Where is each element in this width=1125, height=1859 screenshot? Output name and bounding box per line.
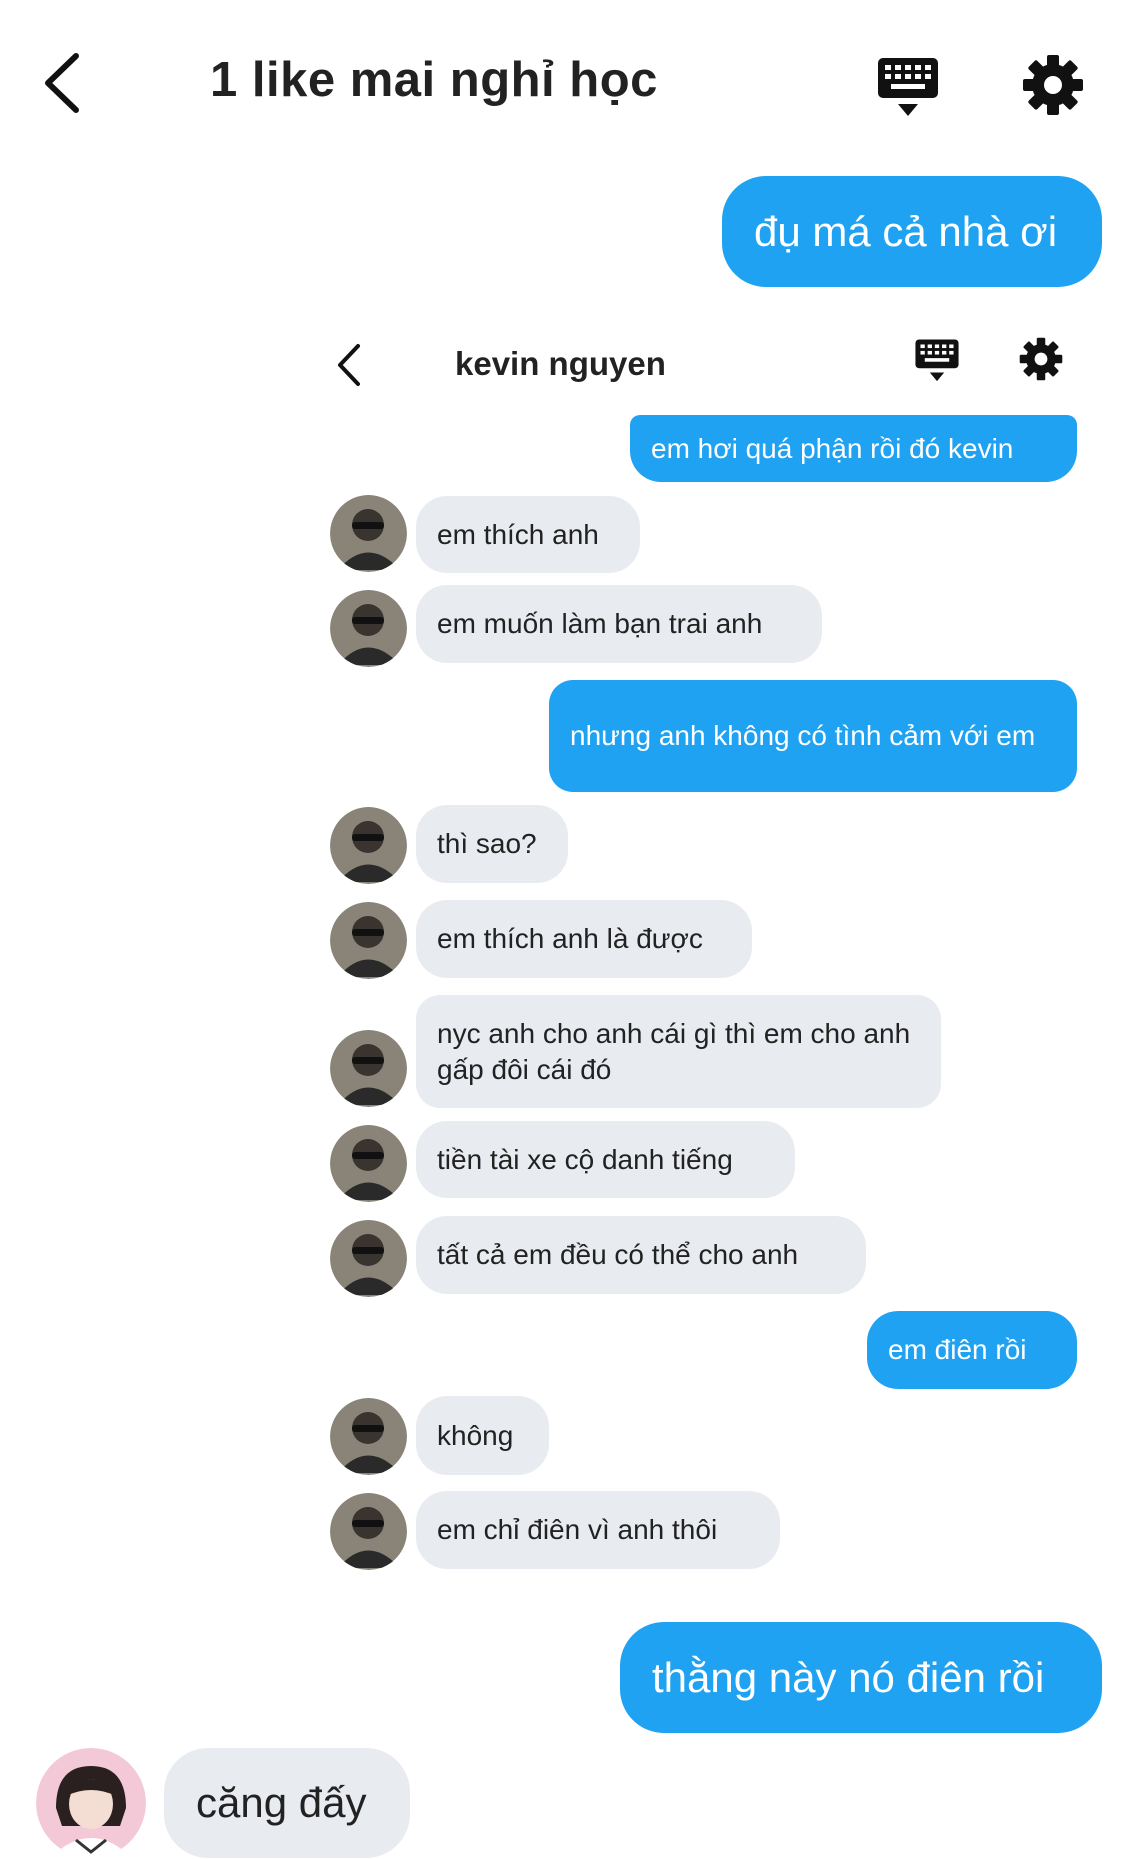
message-bubble-incoming: tiền tài xe cộ danh tiếng — [416, 1121, 795, 1198]
message-text: đụ má cả nhà ơi — [754, 207, 1058, 255]
back-button — [334, 340, 364, 390]
message-text: em chỉ điên vì anh thôi — [437, 1514, 718, 1545]
keyboard-button — [914, 337, 960, 385]
message-bubble-incoming: nyc anh cho anh cái gì thì em cho anh gấ… — [416, 995, 941, 1108]
message-text: căng đấy — [196, 1779, 367, 1826]
message-text: em thích anh — [437, 518, 599, 550]
message-bubble-incoming: em muốn làm bạn trai anh — [416, 585, 822, 663]
avatar — [330, 1030, 407, 1107]
avatar — [330, 590, 407, 667]
settings-button[interactable] — [1022, 54, 1084, 116]
message-bubble-incoming: em thích anh là được — [416, 900, 752, 978]
message-text: nhưng anh không có tình cảm với em — [570, 720, 1036, 751]
message-bubble-incoming: thì sao? — [416, 805, 568, 883]
message-bubble-outgoing: em hơi quá phận rồi đó kevin — [630, 415, 1077, 482]
avatar — [330, 1493, 407, 1570]
embedded-chat-title: kevin nguyen — [455, 345, 666, 382]
avatar — [330, 807, 407, 884]
avatar — [330, 1125, 407, 1202]
message-bubble-outgoing: nhưng anh không có tình cảm với em — [549, 680, 1077, 792]
message-text: tất cả em đều có thể cho anh — [437, 1239, 799, 1270]
avatar — [330, 902, 407, 979]
embedded-chat-screenshot: kevin nguyen em hơi quá phận rồi đó kevi… — [320, 315, 1080, 1605]
message-text: không — [437, 1419, 514, 1451]
message-text: nyc anh cho anh cái gì thì em cho anh gấ… — [437, 1017, 911, 1085]
message-text: em điên rồi — [888, 1334, 1027, 1365]
message-bubble-outgoing[interactable]: thằng này nó điên rồi — [620, 1622, 1102, 1733]
settings-button — [1019, 337, 1063, 381]
keyboard-icon — [878, 58, 938, 116]
message-bubble-outgoing[interactable]: đụ má cả nhà ơi — [722, 176, 1102, 287]
message-text: em hơi quá phận rồi đó kevin — [651, 432, 1014, 464]
gear-icon — [1019, 337, 1063, 381]
avatar — [330, 1220, 407, 1297]
gear-icon — [1023, 55, 1083, 115]
message-bubble-incoming: em thích anh — [416, 496, 640, 573]
keyboard-icon — [915, 339, 959, 382]
message-bubble-incoming: không — [416, 1396, 549, 1475]
message-text: em muốn làm bạn trai anh — [437, 608, 763, 639]
message-text: thì sao? — [437, 828, 537, 859]
message-text: tiền tài xe cộ danh tiếng — [437, 1143, 733, 1175]
keyboard-button[interactable] — [876, 56, 940, 120]
message-bubble-outgoing: em điên rồi — [867, 1311, 1077, 1389]
back-button[interactable] — [40, 48, 90, 118]
message-bubble-incoming[interactable]: căng đấy — [164, 1748, 410, 1858]
message-text: em thích anh là được — [437, 923, 703, 954]
message-text: thằng này nó điên rồi — [652, 1653, 1045, 1701]
chevron-left-icon — [45, 53, 79, 113]
avatar — [330, 1398, 407, 1475]
chevron-left-icon — [338, 344, 360, 386]
chat-title: 1 like mai nghỉ học — [210, 53, 658, 107]
avatar[interactable] — [36, 1748, 146, 1858]
avatar — [330, 495, 407, 572]
message-bubble-incoming: em chỉ điên vì anh thôi — [416, 1491, 780, 1569]
message-bubble-incoming: tất cả em đều có thể cho anh — [416, 1216, 866, 1294]
